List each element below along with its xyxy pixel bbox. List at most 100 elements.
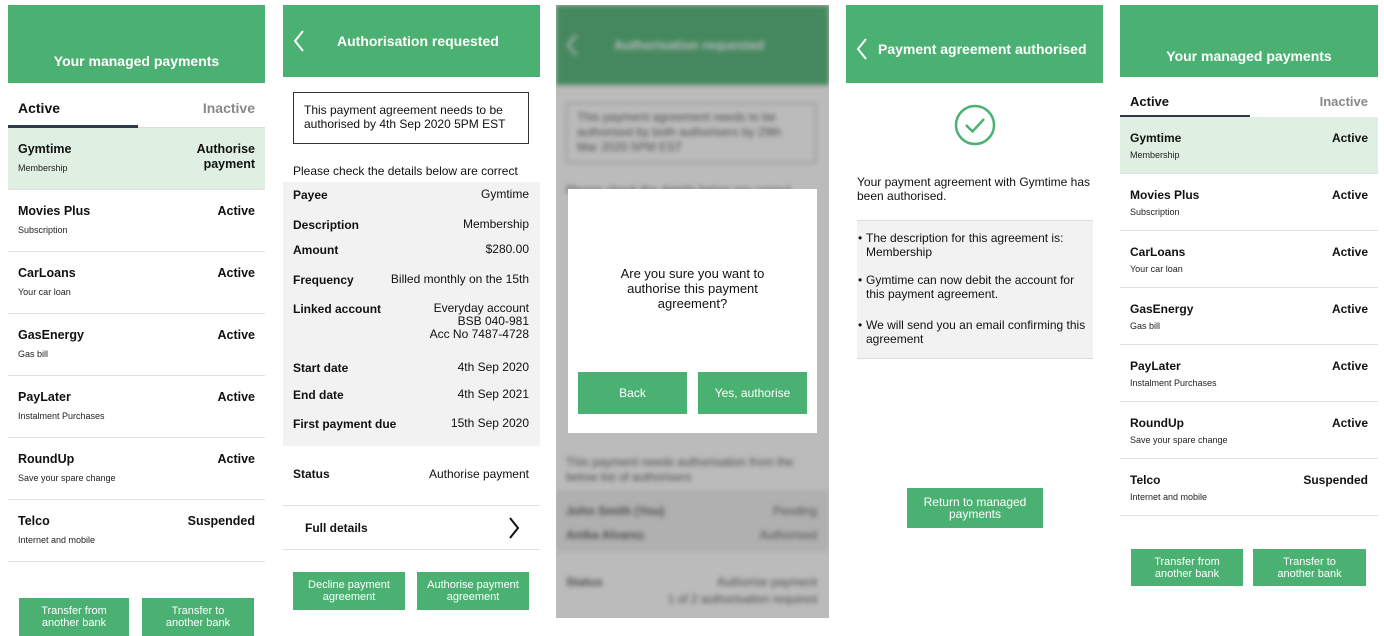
list-item-sub: Gas bill [1130, 321, 1161, 331]
status-row: Status Authorise payment [283, 446, 540, 506]
chevron-left-icon[interactable] [293, 30, 305, 52]
status-badge: Active [1331, 359, 1368, 373]
detail-value: Membership [462, 217, 529, 231]
list-item-name: Gymtime [18, 142, 72, 156]
check-circle-icon [954, 104, 996, 146]
status-badge: Active [1331, 416, 1368, 430]
authorise-button[interactable]: Authorise payment agreement [417, 572, 529, 610]
status-badge: Active [1331, 188, 1368, 202]
decline-button[interactable]: Decline payment agreement [293, 572, 405, 610]
screen-managed-payments-after: Your managed payments Active Inactive Gy… [1120, 5, 1378, 636]
detail-label: First payment due [293, 417, 397, 431]
detail-value: Billed monthly on the 15th [390, 272, 529, 286]
chevron-left-icon[interactable] [856, 38, 868, 60]
list-item[interactable]: Telco Internet and mobile Suspended [1120, 459, 1378, 516]
list-item[interactable]: Gymtime Membership Authorise payment [8, 128, 265, 190]
transfer-to-button[interactable]: Transfer to another bank [1253, 549, 1366, 586]
detail-label: Amount [293, 243, 339, 257]
page-title: Your managed payments [53, 52, 220, 69]
info-bullets: The description for this agreement is: M… [857, 220, 1093, 359]
list-item[interactable]: Movies Plus Subscription Active [1120, 174, 1378, 231]
status-badge: Active [1331, 131, 1368, 145]
list-item-name: Telco [1130, 473, 1161, 487]
list-item-name: RoundUp [18, 452, 75, 466]
list-item-sub: Subscription [1130, 207, 1180, 217]
status-badge: Active [217, 328, 255, 342]
tab-inactive[interactable]: Inactive [1320, 94, 1368, 109]
transfer-from-button[interactable]: Transfer from another bank [19, 598, 129, 636]
list-item-sub: Membership [1130, 150, 1180, 160]
list-item[interactable]: Gymtime Membership Active [1120, 117, 1378, 174]
list-item-sub: Save your spare change [18, 473, 116, 483]
transfer-to-button[interactable]: Transfer to another bank [142, 598, 254, 636]
return-button[interactable]: Return to managed payments [907, 488, 1043, 528]
list-item-sub: Instalment Purchases [18, 411, 105, 421]
status-badge: Active [217, 452, 255, 466]
status-badge: Suspended [1303, 473, 1368, 487]
transfer-from-button[interactable]: Transfer from another bank [1131, 549, 1243, 586]
status-label: Status [293, 467, 330, 481]
detail-label: Payee [293, 188, 328, 202]
details-panel: Payee Gymtime Description Membership Amo… [283, 182, 540, 446]
list-item[interactable]: RoundUp Save your spare change Active [1120, 402, 1378, 459]
tab-inactive[interactable]: Inactive [203, 100, 255, 116]
list-item-sub: Subscription [18, 225, 68, 235]
check-details-text: Please check the details below are corre… [293, 164, 518, 178]
detail-value: Acc No 7487-4728 [429, 327, 529, 341]
detail-value: $280.00 [485, 242, 529, 256]
detail-row: Linked account Everyday account BSB 040-… [293, 302, 529, 347]
chevron-right-icon [509, 517, 520, 539]
header: Your managed payments [8, 5, 265, 83]
list-item[interactable]: GasEnergy Gas bill Active [8, 314, 265, 376]
dialog-question: Are you sure you want to authorise this … [620, 266, 765, 311]
detail-value: 4th Sep 2021 [457, 387, 529, 401]
tab-active[interactable]: Active [18, 100, 60, 116]
tabs: Active Inactive [8, 100, 265, 128]
list-item[interactable]: CarLoans Your car loan Active [8, 252, 265, 314]
list-item-sub: Membership [18, 163, 68, 173]
full-details-label: Full details [305, 521, 368, 535]
header: Payment agreement authorised [846, 5, 1103, 83]
status-badge: Active [217, 266, 255, 280]
page-title: Payment agreement authorised [878, 41, 1087, 57]
list-item-sub: Internet and mobile [18, 535, 96, 545]
list-item-name: Telco [18, 514, 50, 528]
list-item-sub: Instalment Purchases [1130, 378, 1217, 388]
detail-value: 15th Sep 2020 [450, 416, 529, 430]
list-item[interactable]: Telco Internet and mobile Suspended [8, 500, 265, 562]
list-item[interactable]: PayLater Instalment Purchases Active [1120, 345, 1378, 402]
back-button[interactable]: Back [578, 372, 687, 414]
page-title: Authorisation requested [337, 33, 499, 49]
list-item-sub: Gas bill [18, 349, 49, 359]
list-item[interactable]: Movies Plus Subscription Active [8, 190, 265, 252]
header: Authorisation requested [283, 5, 540, 77]
list-item-name: Gymtime [1130, 131, 1182, 145]
list-item-name: Movies Plus [18, 204, 91, 218]
list-item[interactable]: GasEnergy Gas bill Active [1120, 288, 1378, 345]
tab-active[interactable]: Active [1130, 94, 1169, 109]
page-title: Your managed payments [1166, 48, 1332, 64]
list-item[interactable]: RoundUp Save your spare change Active [8, 438, 265, 500]
status-value: Authorise payment [428, 467, 529, 481]
status-badge: Authorise payment [196, 142, 255, 171]
list-item-name: GasEnergy [1130, 302, 1194, 316]
detail-label: Description [293, 218, 360, 232]
screen-agreement-authorised: Payment agreement authorised Your paymen… [846, 5, 1103, 636]
screen-managed-payments-before: Your managed payments Active Inactive Gy… [8, 5, 265, 636]
full-details-row[interactable]: Full details [283, 506, 540, 550]
detail-value: 4th Sep 2020 [457, 360, 529, 374]
authorised-message: Your payment agreement with Gymtime has … [857, 175, 1090, 203]
confirm-dialog: Are you sure you want to authorise this … [568, 189, 817, 433]
list-item[interactable]: PayLater Instalment Purchases Active [8, 376, 265, 438]
list-item[interactable]: CarLoans Your car loan Active [1120, 231, 1378, 288]
detail-label: Frequency [293, 273, 354, 287]
list-item-name: GasEnergy [18, 328, 85, 342]
yes-authorise-button[interactable]: Yes, authorise [698, 372, 807, 414]
detail-label: Linked account [293, 302, 382, 316]
list-item-sub: Internet and mobile [1130, 492, 1208, 502]
header: Your managed payments [1120, 5, 1378, 77]
list-item-name: PayLater [18, 390, 71, 404]
status-badge: Active [217, 390, 255, 404]
deadline-notice: This payment agreement needs to be autho… [293, 92, 529, 144]
list-item-sub: Your car loan [1130, 264, 1183, 274]
